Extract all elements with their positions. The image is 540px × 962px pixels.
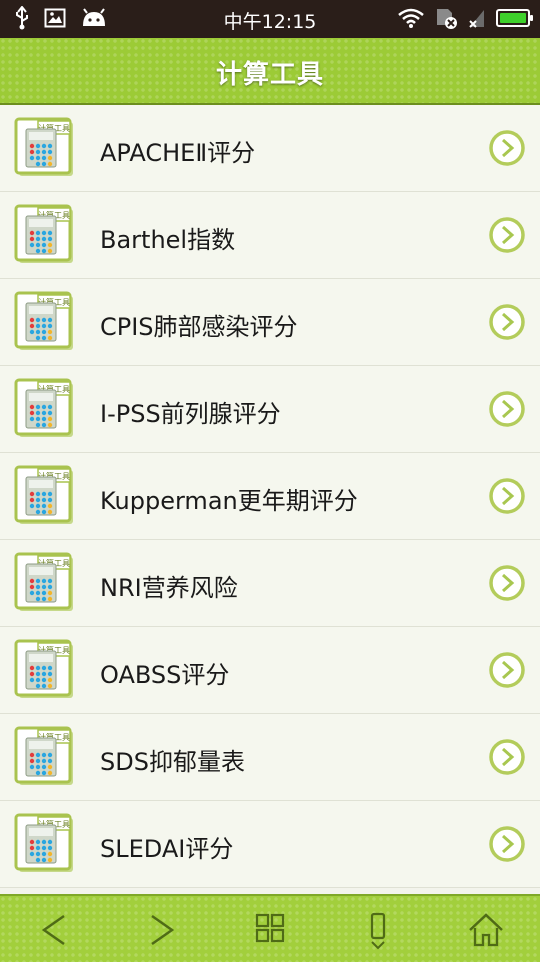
list-item-label: APACHEⅡ评分 [100,139,256,167]
list-item[interactable]: 计算工具 CPIS肺部感染评分 [0,279,540,366]
sd-card-icon [437,9,457,29]
calculator-icon: 计算工具 [14,639,73,698]
calculator-icon: 计算工具 [14,204,73,263]
calculator-icon: 计算工具 [14,726,73,785]
header-bar: 计算工具 [0,38,540,105]
list-item[interactable]: 计算工具 I-PSS前列腺评分 [0,366,540,453]
list-item[interactable]: 计算工具 APACHEⅡ评分 [0,105,540,192]
chevron-right-icon[interactable] [488,129,526,167]
list-item[interactable]: 计算工具 Kupperman更年期评分 [0,453,540,540]
chevron-right-icon[interactable] [488,825,526,863]
chevron-right-icon[interactable] [488,303,526,341]
chevron-right-icon[interactable] [488,390,526,428]
chevron-right-icon[interactable] [488,738,526,776]
list-item[interactable]: 计算工具 NRI营养风险 [0,540,540,627]
list-item-label: SLEDAI评分 [100,835,234,863]
chevron-right-icon[interactable] [488,651,526,689]
status-bar: 中午12:15 [0,0,540,38]
list-item-label: SDS抑郁量表 [100,748,245,776]
calculator-icon: 计算工具 [14,291,73,350]
calculator-icon: 计算工具 [14,465,73,524]
calculator-icon: 计算工具 [14,813,73,872]
calculator-icon: 计算工具 [14,552,73,611]
list-item-label: NRI营养风险 [100,574,238,602]
list-item-label: OABSS评分 [100,661,230,689]
forward-icon[interactable] [140,910,184,950]
list-item[interactable]: 计算工具 SLEDAI评分 [0,801,540,888]
list-item[interactable]: 计算工具 OABSS评分 [0,627,540,714]
list-item[interactable]: 计算工具 SDS抑郁量表 [0,714,540,801]
chevron-right-icon[interactable] [488,216,526,254]
calculator-icon: 计算工具 [14,378,73,437]
wifi-icon [398,8,424,28]
signal-icon [469,10,484,28]
list-item[interactable]: 计算工具 Barthel指数 [0,192,540,279]
home-icon[interactable] [464,910,508,950]
chevron-right-icon[interactable] [488,477,526,515]
list-item-label: I-PSS前列腺评分 [100,400,281,428]
phone-icon[interactable] [356,910,400,950]
list-item-label: CPIS肺部感染评分 [100,313,298,341]
tool-list: 计算工具 APACHEⅡ评分 [0,105,540,888]
back-icon[interactable] [32,910,76,950]
battery-icon [496,9,533,27]
page-title: 计算工具 [215,60,324,90]
calculator-icon: 计算工具 [14,117,73,176]
grid-icon[interactable] [248,910,292,950]
list-item-label: Barthel指数 [100,226,236,254]
chevron-right-icon[interactable] [488,564,526,602]
list-item-label: Kupperman更年期评分 [100,487,358,515]
bottom-nav-bar [0,894,540,962]
